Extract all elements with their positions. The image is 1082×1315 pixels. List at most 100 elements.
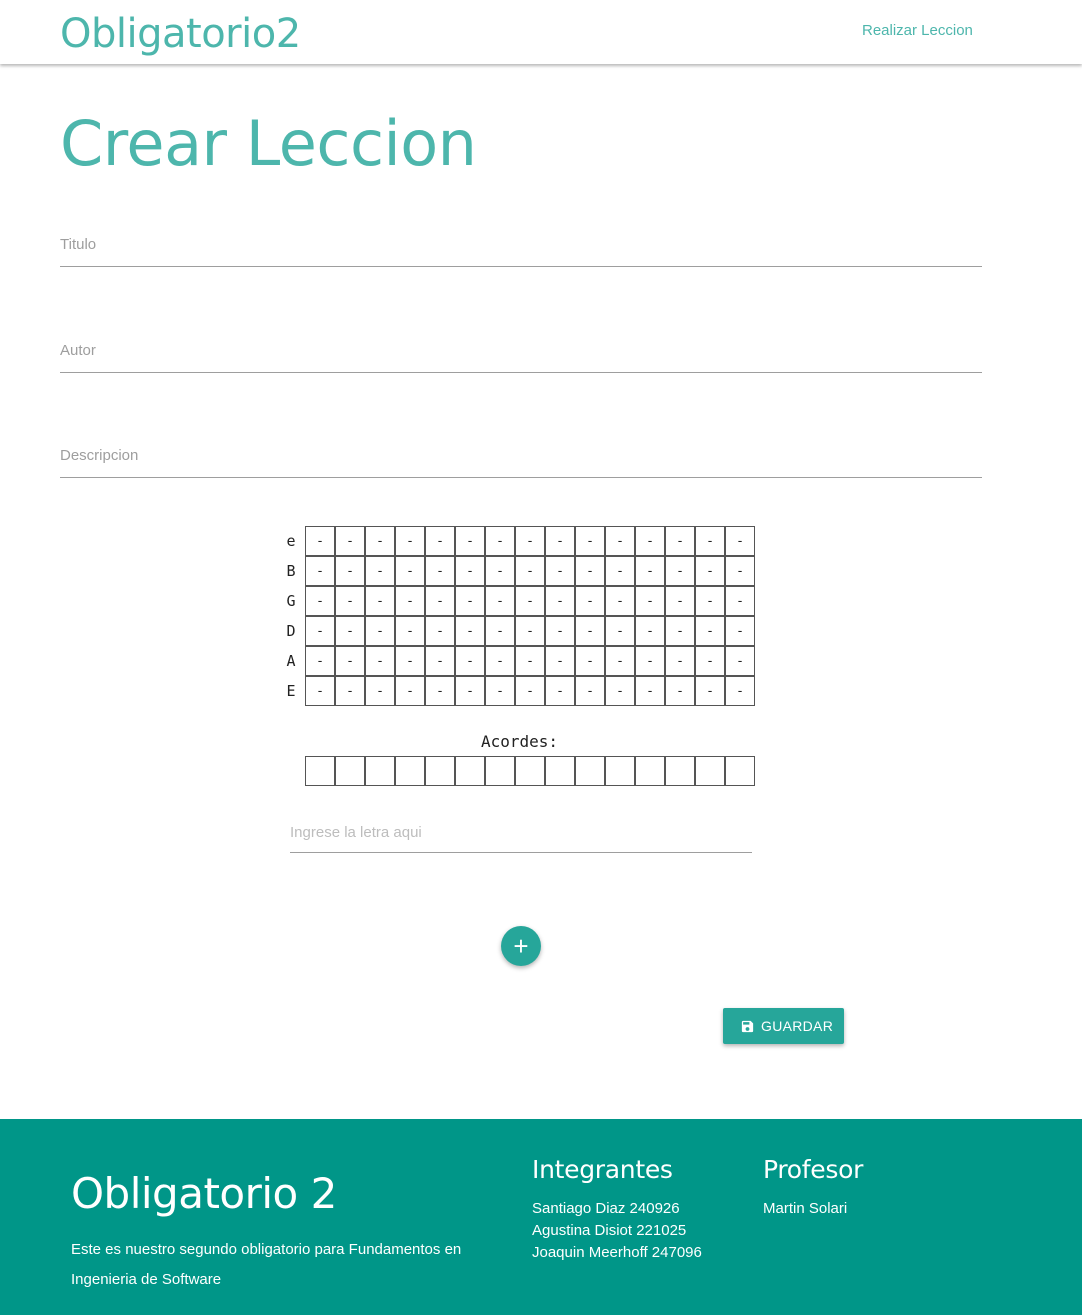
tab-cell[interactable] [425,616,455,646]
tab-cell[interactable] [485,616,515,646]
tab-cell[interactable] [455,616,485,646]
tab-cell[interactable] [395,646,425,676]
tab-cell[interactable] [665,616,695,646]
tab-cell[interactable] [665,586,695,616]
chord-cell[interactable] [545,756,575,786]
tab-cell[interactable] [695,646,725,676]
tab-cell[interactable] [665,526,695,556]
titulo-input[interactable] [60,226,982,266]
tab-cell[interactable] [335,526,365,556]
tab-cell[interactable] [455,646,485,676]
tab-cell[interactable] [455,556,485,586]
tab-cell[interactable] [425,556,455,586]
tab-cell[interactable] [575,616,605,646]
tab-cell[interactable] [335,616,365,646]
chord-cell[interactable] [305,756,335,786]
brand-logo[interactable]: Obligatorio2 [60,10,301,58]
tab-cell[interactable] [575,646,605,676]
tab-cell[interactable] [635,646,665,676]
tab-cell[interactable] [545,616,575,646]
tab-cell[interactable] [695,586,725,616]
chord-cell[interactable] [425,756,455,786]
tab-cell[interactable] [695,616,725,646]
chord-cell[interactable] [725,756,755,786]
tab-cell[interactable] [485,676,515,706]
tab-cell[interactable] [605,556,635,586]
tab-cell[interactable] [545,676,575,706]
lyrics-input[interactable] [290,814,752,850]
tab-cell[interactable] [635,556,665,586]
tab-cell[interactable] [545,646,575,676]
tab-cell[interactable] [335,646,365,676]
chord-cell[interactable] [455,756,485,786]
tab-cell[interactable] [305,526,335,556]
tab-cell[interactable] [725,616,755,646]
autor-input[interactable] [60,332,982,372]
tab-cell[interactable] [365,676,395,706]
tab-cell[interactable] [425,646,455,676]
tab-cell[interactable] [335,676,365,706]
chord-cell[interactable] [605,756,635,786]
tab-cell[interactable] [695,526,725,556]
tab-cell[interactable] [395,586,425,616]
tab-cell[interactable] [725,556,755,586]
tab-cell[interactable] [515,616,545,646]
tab-cell[interactable] [725,586,755,616]
tab-cell[interactable] [395,616,425,646]
tab-cell[interactable] [515,586,545,616]
tab-cell[interactable] [665,676,695,706]
tab-cell[interactable] [305,586,335,616]
tab-cell[interactable] [545,586,575,616]
tab-cell[interactable] [485,556,515,586]
tab-cell[interactable] [575,526,605,556]
tab-cell[interactable] [515,526,545,556]
tab-cell[interactable] [485,646,515,676]
tab-cell[interactable] [425,676,455,706]
tab-cell[interactable] [365,526,395,556]
tab-cell[interactable] [635,676,665,706]
tab-cell[interactable] [665,646,695,676]
tab-cell[interactable] [515,646,545,676]
tab-cell[interactable] [305,676,335,706]
tab-cell[interactable] [425,526,455,556]
descripcion-input[interactable] [60,437,982,477]
tab-cell[interactable] [335,556,365,586]
tab-cell[interactable] [725,646,755,676]
tab-cell[interactable] [575,556,605,586]
tab-cell[interactable] [605,646,635,676]
chord-cell[interactable] [365,756,395,786]
tab-cell[interactable] [365,646,395,676]
tab-cell[interactable] [485,526,515,556]
tab-cell[interactable] [725,526,755,556]
tab-cell[interactable] [605,616,635,646]
tab-cell[interactable] [605,586,635,616]
nav-link-realizar-leccion[interactable]: Realizar Leccion [862,22,973,39]
add-section-button[interactable]: + [501,926,541,966]
tab-cell[interactable] [605,676,635,706]
chord-cell[interactable] [395,756,425,786]
tab-cell[interactable] [695,556,725,586]
tab-cell[interactable] [575,586,605,616]
tab-cell[interactable] [515,676,545,706]
tab-cell[interactable] [455,526,485,556]
chord-cell[interactable] [695,756,725,786]
tab-cell[interactable] [365,616,395,646]
tab-cell[interactable] [635,616,665,646]
chord-cell[interactable] [515,756,545,786]
tab-cell[interactable] [455,676,485,706]
tab-cell[interactable] [545,556,575,586]
tab-cell[interactable] [725,676,755,706]
tab-cell[interactable] [605,526,635,556]
tab-cell[interactable] [485,586,515,616]
tab-cell[interactable] [305,616,335,646]
tab-cell[interactable] [365,586,395,616]
tab-cell[interactable] [395,526,425,556]
tab-cell[interactable] [425,586,455,616]
tab-cell[interactable] [305,556,335,586]
tab-cell[interactable] [575,676,605,706]
tab-cell[interactable] [665,556,695,586]
tab-cell[interactable] [455,586,485,616]
tab-cell[interactable] [305,646,335,676]
tab-cell[interactable] [635,526,665,556]
chord-cell[interactable] [635,756,665,786]
